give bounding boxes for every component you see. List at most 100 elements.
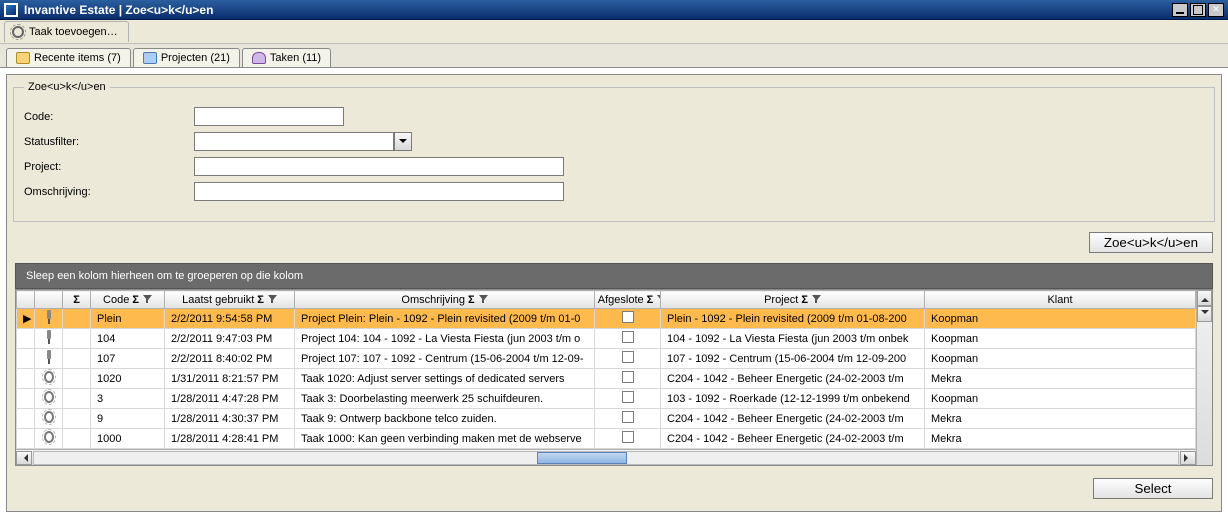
checkbox-icon[interactable] [622,411,634,423]
cell-last-used: 1/28/2011 4:28:41 PM [165,429,295,449]
filter-icon [479,295,488,304]
status-dropdown-button[interactable] [394,132,412,151]
scroll-left-button[interactable] [16,451,32,465]
col-closed[interactable]: Afgeslote [595,291,661,309]
minimize-button[interactable] [1172,3,1188,17]
cell-closed[interactable] [595,349,661,369]
cell-project: C204 - 1042 - Beheer Energetic (24-02-20… [661,429,925,449]
col-icon[interactable] [35,291,63,309]
scroll-thumb[interactable] [537,452,627,464]
cell-project: C204 - 1042 - Beheer Energetic (24-02-20… [661,369,925,389]
cell-last-used: 1/28/2011 4:30:37 PM [165,409,295,429]
cell-closed[interactable] [595,329,661,349]
col-project[interactable]: Project [661,291,925,309]
cell-last-used: 1/28/2011 4:47:28 PM [165,389,295,409]
scroll-up-button[interactable] [1197,290,1212,306]
table-row[interactable]: 10001/28/2011 4:28:41 PMTaak 1000: Kan g… [17,429,1196,449]
project-icon [143,52,157,64]
row-type-icon-cell [35,309,63,329]
gear-icon [43,390,55,404]
toolbar-top: Taak toevoegen… [0,20,1228,44]
tab-tasks[interactable]: Taken (11) [242,48,331,67]
scroll-down-button[interactable] [1197,306,1212,322]
search-button[interactable]: Zoe<u>k</u>en [1089,232,1213,253]
cell-closed[interactable] [595,389,661,409]
gear-icon [11,25,25,39]
cell-code: 107 [91,349,165,369]
col-klant[interactable]: Klant [925,291,1196,309]
checkbox-icon[interactable] [622,391,634,403]
desc-input[interactable] [194,182,564,201]
table-row[interactable]: 91/28/2011 4:30:37 PMTaak 9: Ontwerp bac… [17,409,1196,429]
col-project-label: Project [764,294,798,306]
filter-icon [268,295,277,304]
row-type-icon-cell [35,389,63,409]
cell-project: Plein - 1092 - Plein revisited (2009 t/m… [661,309,925,329]
cell-closed[interactable] [595,309,661,329]
col-sigma[interactable] [63,291,91,309]
cell-project: C204 - 1042 - Beheer Energetic (24-02-20… [661,409,925,429]
code-label: Code: [24,111,194,123]
cell-desc: Project Plein: Plein - 1092 - Plein revi… [295,309,595,329]
close-button[interactable] [1208,3,1224,17]
row-type-icon-cell [35,369,63,389]
folder-icon [16,52,30,64]
checkbox-icon[interactable] [622,431,634,443]
main-panel: Zoe<u>k</u>en Code: Statusfilter: Projec… [6,74,1222,512]
col-desc-label: Omschrijving [401,294,465,306]
checkbox-icon[interactable] [622,331,634,343]
col-code[interactable]: Code [91,291,165,309]
pin-icon [43,310,55,324]
checkbox-icon[interactable] [622,371,634,383]
col-last-used-label: Laatst gebruikt [182,294,254,306]
table-row[interactable]: 10201/31/2011 8:21:57 PMTaak 1020: Adjus… [17,369,1196,389]
table-row[interactable]: ▶Plein2/2/2011 9:54:58 PMProject Plein: … [17,309,1196,329]
cell-last-used: 1/31/2011 8:21:57 PM [165,369,295,389]
table-row[interactable]: 1042/2/2011 9:47:03 PMProject 104: 104 -… [17,329,1196,349]
cell-closed[interactable] [595,409,661,429]
row-indicator [17,389,35,409]
cell-klant: Koopman [925,349,1196,369]
desc-label: Omschrijving: [24,186,194,198]
pin-icon [43,330,55,344]
search-legend: Zoe<u>k</u>en [24,81,110,93]
gear-icon [43,430,55,444]
col-code-label: Code [103,294,129,306]
cell-last-used: 2/2/2011 9:47:03 PM [165,329,295,349]
cell-closed[interactable] [595,369,661,389]
status-input[interactable] [194,132,394,151]
row-sigma-cell [63,429,91,449]
group-hint[interactable]: Sleep een kolom hierheen om te groeperen… [15,263,1213,289]
tab-tasks-label: Taken (11) [270,52,321,64]
tab-projects[interactable]: Projecten (21) [133,48,240,67]
status-label: Statusfilter: [24,136,194,148]
grid: Code Laatst gebruikt Omschrijving Afgesl… [15,289,1213,466]
scroll-right-button[interactable] [1180,451,1196,465]
code-input[interactable] [194,107,344,126]
hscrollbar[interactable] [16,449,1196,465]
vscrollbar[interactable] [1196,290,1212,465]
cell-code: Plein [91,309,165,329]
pin-icon [43,350,55,364]
cell-closed[interactable] [595,429,661,449]
checkbox-icon[interactable] [622,351,634,363]
tab-recent[interactable]: Recente items (7) [6,48,131,67]
add-task-button[interactable]: Taak toevoegen… [4,21,129,42]
table-row[interactable]: 1072/2/2011 8:40:02 PMProject 107: 107 -… [17,349,1196,369]
scroll-track[interactable] [33,451,1179,465]
col-desc[interactable]: Omschrijving [295,291,595,309]
cell-desc: Project 104: 104 - 1092 - La Viesta Fies… [295,329,595,349]
col-last-used[interactable]: Laatst gebruikt [165,291,295,309]
row-sigma-cell [63,389,91,409]
cell-desc: Taak 1020: Adjust server settings of ded… [295,369,595,389]
table-row[interactable]: 31/28/2011 4:47:28 PMTaak 3: Doorbelasti… [17,389,1196,409]
select-button[interactable]: Select [1093,478,1213,499]
project-input[interactable] [194,157,564,176]
gear-icon [43,410,55,424]
cell-klant: Koopman [925,389,1196,409]
row-indicator [17,369,35,389]
col-indicator[interactable] [17,291,35,309]
cell-klant: Mekra [925,369,1196,389]
maximize-button[interactable] [1190,3,1206,17]
checkbox-icon[interactable] [622,311,634,323]
